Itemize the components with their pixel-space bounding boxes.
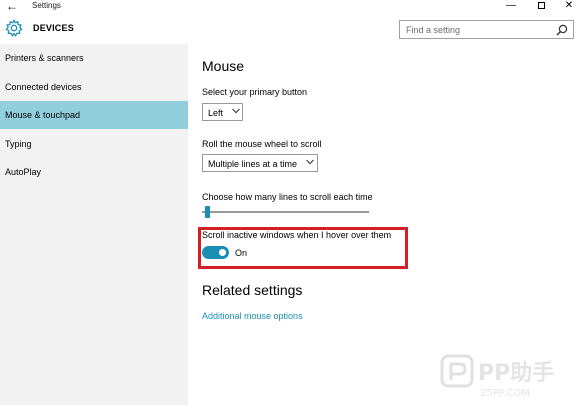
title-bar: ← Settings — ✕ — [0, 0, 580, 14]
sidebar-item-label: Printers & scanners — [5, 53, 84, 63]
chevron-down-icon — [306, 159, 314, 165]
watermark-logo-text: PP助手 — [478, 361, 554, 386]
watermark-subtext: 25PP.COM — [480, 388, 530, 399]
scroll-inactive-label: Scroll inactive windows when I hover ove… — [202, 230, 392, 240]
scroll-wheel-dropdown[interactable]: Multiple lines at a time — [202, 154, 318, 172]
lines-to-scroll-slider-thumb[interactable] — [204, 206, 210, 218]
dropdown-value: Left — [208, 108, 224, 118]
scroll-wheel-label: Roll the mouse wheel to scroll — [202, 139, 322, 149]
page-header: DEVICES Find a setting — [0, 14, 580, 44]
sidebar: Printers & scanners Connected devices Mo… — [0, 44, 188, 405]
additional-mouse-options-link[interactable]: Additional mouse options — [202, 311, 303, 321]
dropdown-value: Multiple lines at a time — [208, 159, 298, 169]
page-title: DEVICES — [33, 23, 74, 33]
toggle-knob — [219, 249, 226, 256]
search-icon[interactable] — [556, 24, 568, 36]
search-placeholder: Find a setting — [406, 25, 461, 35]
sidebar-item-mouse-touchpad[interactable]: Mouse & touchpad — [0, 101, 188, 129]
minimize-button[interactable]: — — [497, 0, 525, 13]
primary-button-dropdown[interactable]: Left — [202, 103, 243, 121]
scroll-inactive-toggle[interactable] — [202, 246, 229, 259]
maximize-icon — [537, 1, 545, 9]
back-arrow-icon[interactable]: ← — [6, 0, 18, 13]
lines-to-scroll-slider-track[interactable] — [202, 211, 369, 213]
sidebar-item-label: Connected devices — [5, 82, 82, 92]
main-content: Mouse Select your primary button Left Ro… — [188, 44, 580, 405]
sidebar-item-printers-scanners[interactable]: Printers & scanners — [0, 44, 188, 72]
section-heading-mouse: Mouse — [202, 58, 245, 74]
sidebar-item-label: Typing — [5, 139, 32, 149]
sidebar-item-connected-devices[interactable]: Connected devices — [0, 73, 188, 101]
lines-to-scroll-label: Choose how many lines to scroll each tim… — [202, 192, 373, 202]
primary-button-label: Select your primary button — [202, 87, 308, 97]
sidebar-item-autoplay[interactable]: AutoPlay — [0, 158, 188, 186]
pp-assistant-watermark: PP助手 25PP.COM — [440, 354, 554, 399]
sidebar-item-label: Mouse & touchpad — [5, 110, 81, 120]
gear-icon — [5, 19, 23, 37]
sidebar-item-typing[interactable]: Typing — [0, 130, 188, 158]
close-button[interactable]: ✕ — [555, 0, 580, 13]
sidebar-item-label: AutoPlay — [5, 167, 42, 177]
search-input[interactable]: Find a setting — [399, 20, 574, 39]
section-heading-related-settings: Related settings — [202, 282, 303, 298]
chevron-down-icon — [232, 108, 240, 114]
window-title: Settings — [32, 1, 61, 10]
toggle-state-text: On — [235, 248, 248, 258]
maximize-button[interactable] — [527, 0, 555, 13]
